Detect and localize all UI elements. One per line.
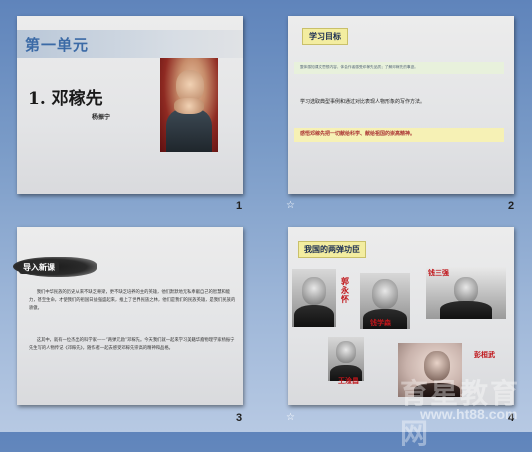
name-qian-sanqiang: 钱三强 [428,268,449,277]
intro-paragraph-1: 我们中华民族的历史从来不缺乏脊梁，更不缺乏培养的主的英雄，他们默默地无私奉献自己… [29,290,236,312]
goal-1: 整体感知课文思想内容，体会作者感受邓稼先品质；了解邓稼先的事迹。 [294,62,504,74]
deng-jiaxian-photo [160,58,218,152]
portrait-guo-yonghuai [292,269,336,327]
transition-star-icon[interactable]: ☆ [286,412,295,423]
goal-3: 感悟邓稼先把一切献给科学、献给祖国的崇高精神。 [294,128,504,142]
slide-number-3: 3 [236,412,243,424]
learning-goals-heading: 学习目标 [302,28,348,45]
site-url-watermark: www.ht88.com [420,406,518,422]
slide-1-thumbnail[interactable]: 第一单元 1. 邓稼先 杨振宁 [17,16,243,194]
intro-heading: 导入新课 [19,261,59,274]
name-wang-ganchang: 王淦昌 [338,376,359,385]
transition-star-icon[interactable]: ☆ [286,200,295,211]
unit-title: 第一单元 [25,36,90,54]
portrait-wang-ganchang [328,337,364,381]
slide-2-thumbnail[interactable]: 学习目标 整体感知课文思想内容，体会作者感受邓稼先品质；了解邓稼先的事迹。 学习… [288,16,514,194]
heroes-heading: 我国的两弹功臣 [298,241,366,258]
lesson-title: 1. 邓稼先 [28,89,103,109]
author-name: 杨振宁 [92,114,111,121]
name-guo-yonghuai: 郭永怀 [341,276,349,304]
intro-paragraph-2: 这其中，就有一位杰出的科学家——“两弹元勋”邓稼先。今天我们就一起来学习美籍华裔… [29,338,235,352]
name-peng-huanwu: 彭桓武 [474,350,495,359]
photo-body-shape [166,108,212,152]
slide-number-1: 1 [236,200,243,212]
name-qian-xuesen: 钱学森 [370,318,391,327]
slide-number-2: 2 [508,200,515,212]
goal-2: 学习选取典型事例和通过对比表现人物形象的写作方法。 [300,99,426,105]
photo-hands-shape [174,98,204,114]
slide-3-thumbnail[interactable]: 导入新课 我们中华民族的历史从来不缺乏脊梁，更不缺乏培养的主的英雄，他们默默地无… [13,227,243,405]
